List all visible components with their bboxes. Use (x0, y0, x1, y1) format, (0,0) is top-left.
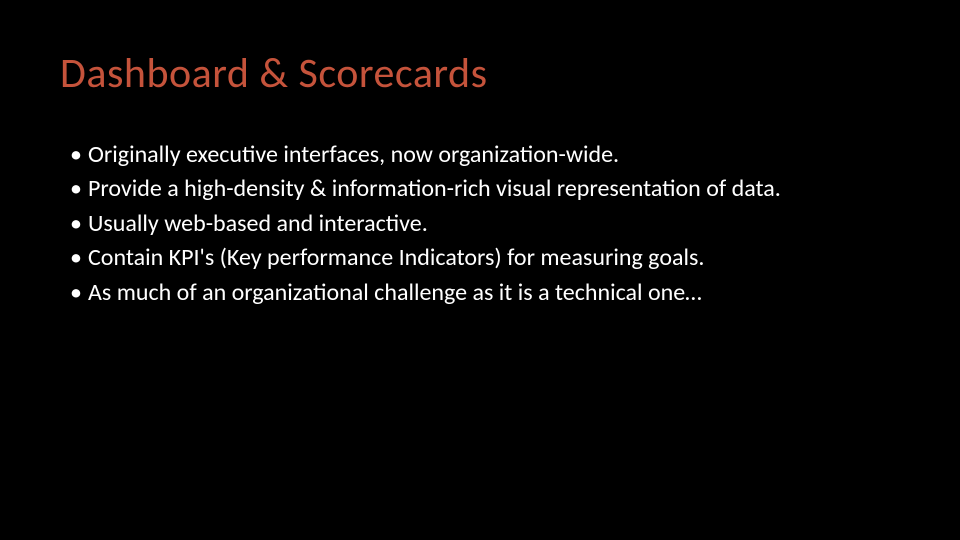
bullet-item: Usually web-based and interactive. (70, 208, 900, 240)
bullet-item: Originally executive interfaces, now org… (70, 139, 900, 171)
bullet-item: Provide a high-density & information-ric… (70, 173, 900, 205)
bullet-item: Contain KPI's (Key performance Indicator… (70, 242, 900, 274)
bullet-list: Originally executive interfaces, now org… (60, 139, 900, 309)
slide-title: Dashboard & Scorecards (60, 48, 900, 99)
bullet-item: As much of an organizational challenge a… (70, 277, 900, 309)
slide-container: Dashboard & Scorecards Originally execut… (0, 0, 960, 540)
